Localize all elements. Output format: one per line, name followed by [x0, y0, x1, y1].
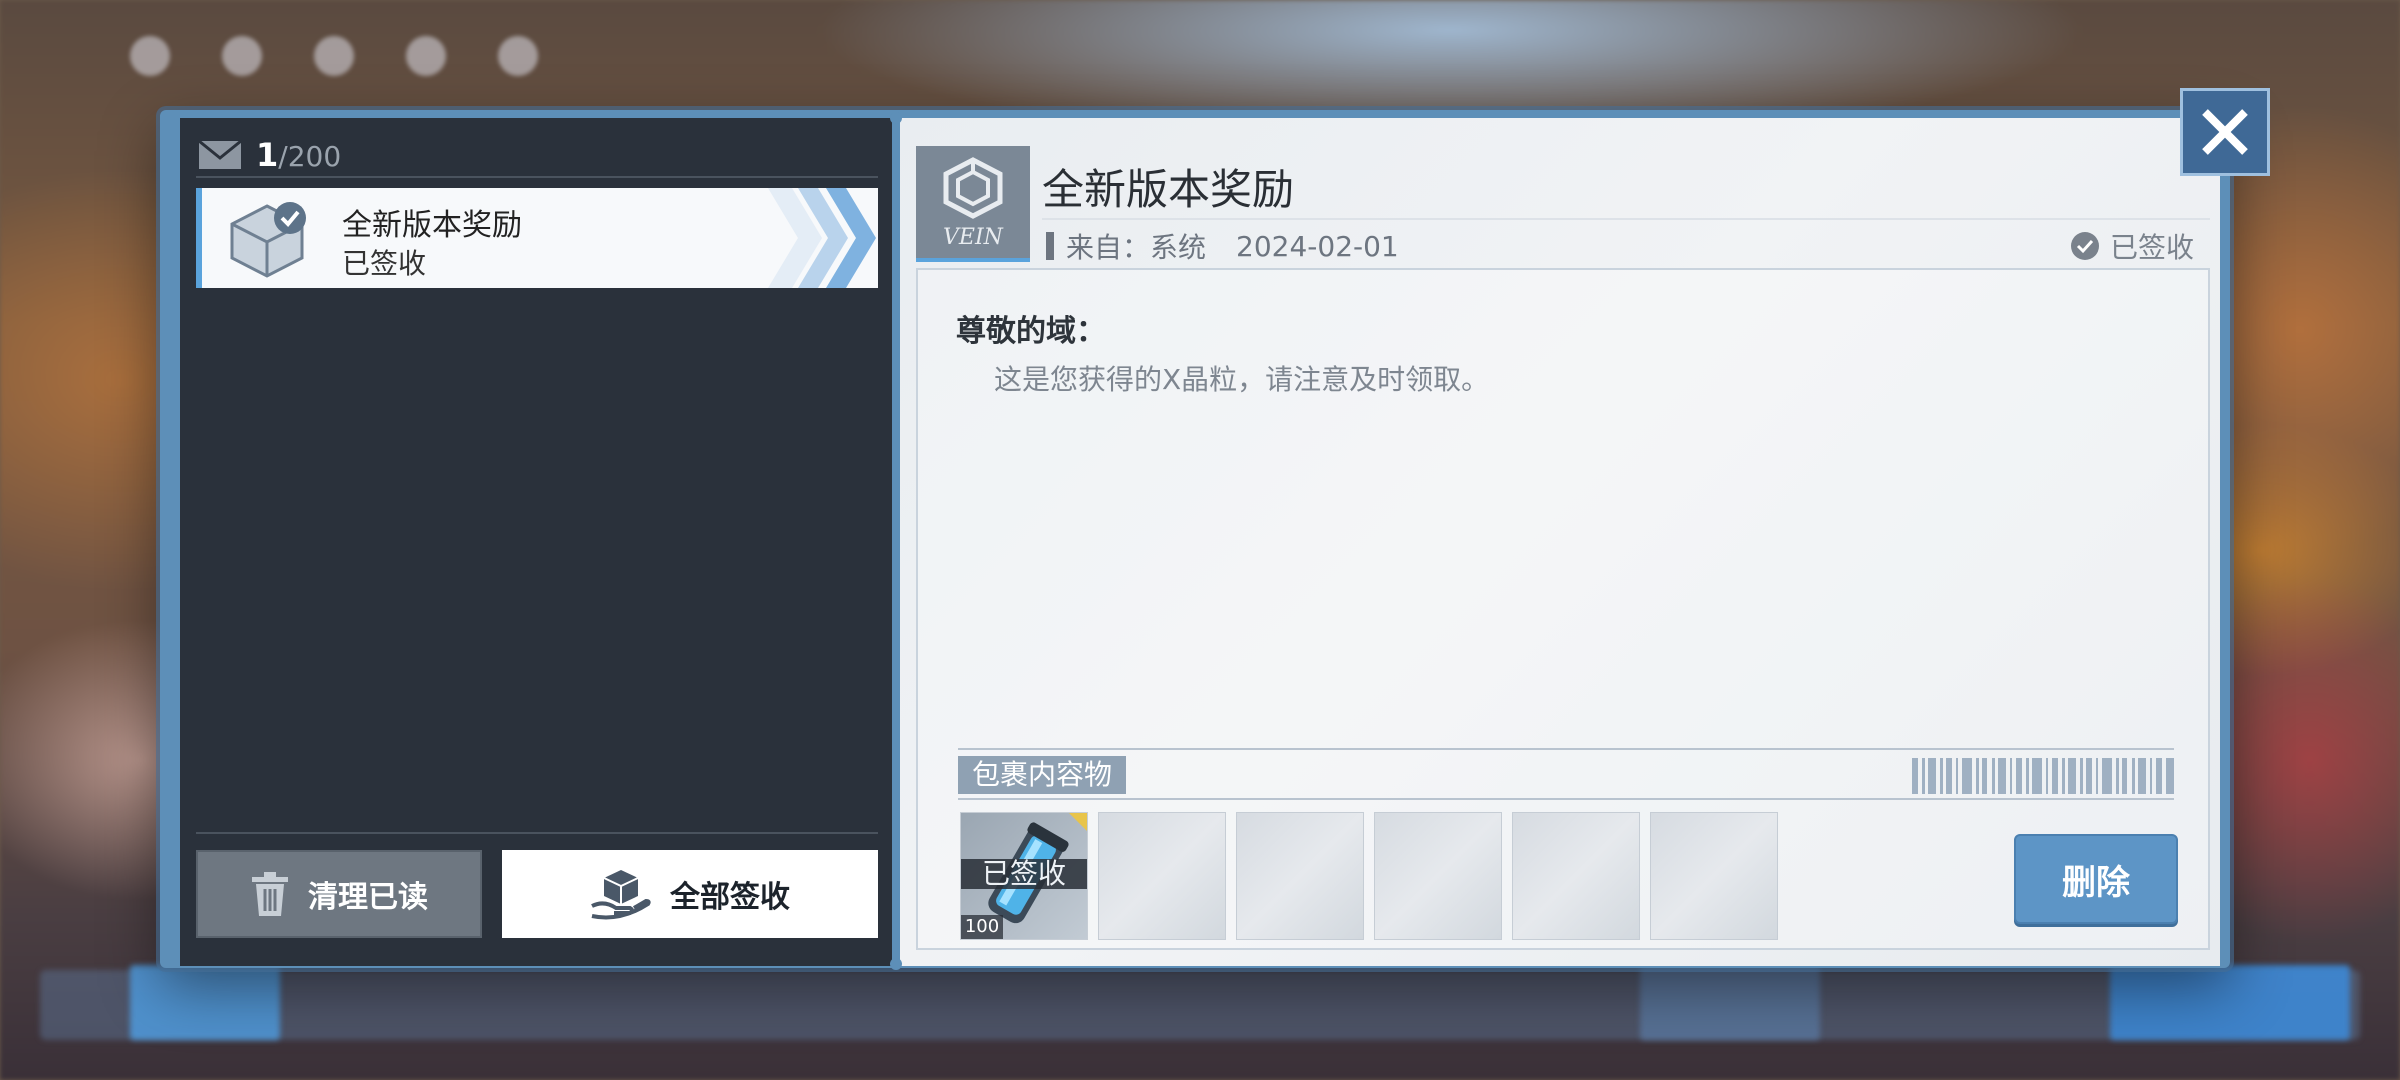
- selected-chevrons-icon: [768, 188, 876, 288]
- trash-icon: [252, 872, 288, 916]
- box-hand-icon: [591, 870, 651, 920]
- attachment-slot[interactable]: 已签收 100: [960, 812, 1088, 940]
- attachment-quantity: 100: [961, 915, 1003, 939]
- claim-all-button[interactable]: 全部签收: [502, 850, 878, 938]
- logo-accent-bar: [916, 258, 1030, 262]
- frame-dot: [890, 112, 902, 124]
- close-icon: [2202, 109, 2248, 155]
- mail-date: 2024-02-01: [1236, 229, 1399, 263]
- mail-count: 1/200: [198, 136, 342, 174]
- divider: [196, 176, 878, 178]
- check-circle-icon: [2070, 232, 2099, 260]
- attachment-claimed-overlay: 已签收: [961, 859, 1087, 889]
- close-button[interactable]: [2180, 88, 2270, 176]
- delete-button[interactable]: 删除: [2014, 834, 2178, 924]
- attachment-slot-empty: [1098, 812, 1226, 940]
- divider: [1042, 218, 2210, 220]
- background-bottom-button: [130, 965, 280, 1040]
- mail-package-icon: [230, 202, 306, 278]
- background-bottom-button: [1640, 965, 1820, 1040]
- vein-logo-icon: [943, 157, 1003, 219]
- divider: [958, 798, 2174, 800]
- mail-item-status: 已签收: [342, 247, 427, 280]
- meta-bar: [1046, 232, 1054, 260]
- mail-claimed-status: 已签收: [2070, 226, 2194, 266]
- mail-count-separator: /: [278, 140, 288, 173]
- mail-detail-title: 全新版本奖励: [1042, 165, 1295, 214]
- sender-logo-text: VEIN: [943, 225, 1003, 250]
- mail-greeting: 尊敬的域：: [956, 314, 1106, 349]
- divider: [958, 748, 2174, 750]
- attachment-slot-empty: [1650, 812, 1778, 940]
- mail-sender: 来自：系统: [1066, 231, 1207, 264]
- rarity-corner: [1069, 813, 1087, 831]
- attachment-slot-empty: [1236, 812, 1364, 940]
- mail-count-max: 200: [287, 140, 342, 173]
- attachment-slot-empty: [1512, 812, 1640, 940]
- mail-list-item[interactable]: 全新版本奖励 已签收: [196, 188, 878, 288]
- mail-count-current: 1: [256, 136, 279, 174]
- mail-body: 这是您获得的X晶粒，请注意及时领取。: [994, 363, 1490, 396]
- mail-meta: 来自：系统 2024-02-01: [1046, 226, 1399, 266]
- claim-all-label: 全部签收: [670, 880, 790, 915]
- package-label: 包裹内容物: [958, 756, 1127, 794]
- background-bottom-button: [2110, 965, 2350, 1040]
- attachment-slot-empty: [1374, 812, 1502, 940]
- mail-claimed-label: 已签收: [2109, 231, 2194, 264]
- divider: [196, 832, 878, 834]
- background-bottom-bar: [40, 970, 2360, 1040]
- clear-read-button[interactable]: 清理已读: [196, 850, 482, 938]
- delete-label: 删除: [2062, 862, 2130, 903]
- barcode-decoration: [1912, 758, 2174, 794]
- background-top-icons: [130, 36, 538, 76]
- sender-logo: VEIN: [916, 146, 1030, 260]
- frame-dot: [890, 958, 902, 970]
- envelope-icon: [198, 140, 242, 169]
- clear-read-label: 清理已读: [308, 880, 428, 915]
- mail-item-title: 全新版本奖励: [342, 208, 522, 243]
